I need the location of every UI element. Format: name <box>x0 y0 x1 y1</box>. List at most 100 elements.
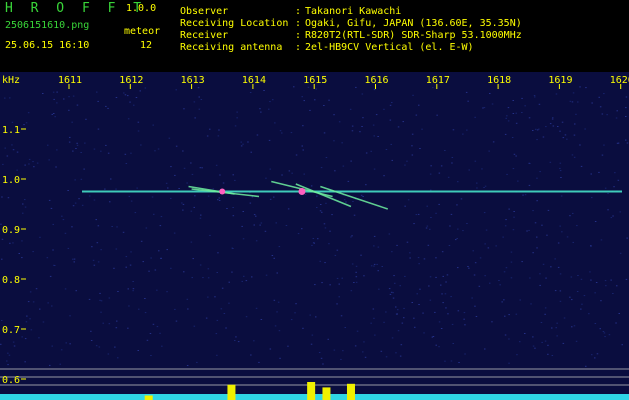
noise-dot <box>99 292 101 294</box>
noise-dot <box>130 251 132 253</box>
noise-dot <box>336 249 339 251</box>
noise-dot <box>152 124 154 126</box>
noise-dot <box>1 196 3 198</box>
noise-dot <box>314 99 316 101</box>
noise-dot <box>599 106 602 108</box>
noise-dot <box>107 152 110 154</box>
noise-dot <box>435 212 437 214</box>
noise-dot <box>297 233 300 235</box>
noise-dot <box>444 360 446 362</box>
noise-dot <box>69 315 71 317</box>
noise-dot <box>302 149 304 151</box>
noise-dot <box>395 306 397 308</box>
noise-dot <box>573 156 576 158</box>
noise-dot <box>245 316 248 318</box>
noise-dot <box>519 341 521 343</box>
noise-dot <box>268 139 271 141</box>
noise-dot <box>108 297 111 299</box>
info-value-observer: Takanori Kawachi <box>305 6 402 17</box>
noise-dot <box>323 132 326 134</box>
noise-dot <box>354 345 357 347</box>
noise-dot <box>217 135 220 137</box>
noise-dot <box>364 356 367 358</box>
noise-dot <box>389 293 392 295</box>
noise-dot <box>74 179 76 181</box>
noise-dot <box>250 354 252 356</box>
noise-dot <box>411 302 413 303</box>
noise-dot <box>183 271 185 273</box>
noise-dot <box>276 311 278 313</box>
noise-dot <box>571 154 574 156</box>
noise-dot <box>575 113 577 115</box>
info-colon: : <box>295 30 302 41</box>
x-tick-label: 1620 <box>610 75 629 86</box>
noise-dot <box>404 164 406 166</box>
noise-dot <box>594 221 597 222</box>
noise-dot <box>268 108 270 110</box>
noise-dot <box>88 195 91 197</box>
noise-dot <box>46 257 49 259</box>
noise-dot <box>104 188 106 190</box>
noise-dot <box>315 316 317 318</box>
noise-dot <box>512 229 515 231</box>
noise-dot <box>547 344 549 346</box>
x-tick-label: 1617 <box>426 75 450 86</box>
noise-dot <box>407 199 410 201</box>
noise-dot <box>64 288 67 290</box>
noise-dot <box>544 307 547 309</box>
noise-dot <box>625 278 628 280</box>
noise-dot <box>594 357 596 359</box>
noise-dot <box>29 291 32 293</box>
noise-dot <box>291 172 293 174</box>
noise-dot <box>391 159 393 161</box>
noise-dot <box>580 308 582 310</box>
noise-dot <box>388 288 391 290</box>
noise-dot <box>413 223 415 225</box>
noise-dot <box>373 235 376 237</box>
noise-dot <box>0 343 2 345</box>
noise-dot <box>451 162 453 164</box>
noise-dot <box>181 202 183 204</box>
noise-dot <box>505 219 507 221</box>
noise-dot <box>150 257 152 259</box>
noise-dot <box>24 361 26 363</box>
noise-dot <box>440 165 443 167</box>
noise-dot <box>200 214 202 216</box>
noise-dot <box>207 296 209 298</box>
noise-dot <box>571 299 573 301</box>
noise-dot <box>468 169 470 171</box>
noise-dot <box>440 328 443 329</box>
noise-dot <box>115 97 118 98</box>
noise-dot <box>76 142 78 144</box>
noise-dot <box>447 313 449 315</box>
noise-dot <box>397 309 399 311</box>
noise-dot <box>504 225 507 227</box>
noise-dot <box>80 178 83 180</box>
noise-dot <box>562 137 565 139</box>
noise-dot <box>161 345 163 347</box>
noise-dot <box>569 100 572 102</box>
noise-dot <box>52 249 54 251</box>
noise-dot <box>311 334 314 336</box>
noise-dot <box>590 245 592 247</box>
noise-dot <box>265 177 267 179</box>
noise-dot <box>536 129 539 131</box>
noise-dot <box>467 266 469 267</box>
noise-dot <box>555 327 557 329</box>
noise-dot <box>519 299 521 301</box>
noise-dot <box>197 87 200 89</box>
noise-dot <box>557 126 559 127</box>
noise-dot <box>419 288 421 290</box>
noise-dot <box>432 87 434 89</box>
noise-dot <box>123 92 125 94</box>
noise-dot <box>321 211 323 213</box>
noise-dot <box>111 226 113 227</box>
noise-dot <box>301 96 303 98</box>
noise-dot <box>502 236 504 238</box>
noise-dot <box>583 295 586 297</box>
noise-dot <box>340 358 342 360</box>
noise-dot <box>552 117 554 119</box>
noise-dot <box>132 290 134 292</box>
noise-dot <box>99 299 101 301</box>
noise-dot <box>503 299 505 301</box>
